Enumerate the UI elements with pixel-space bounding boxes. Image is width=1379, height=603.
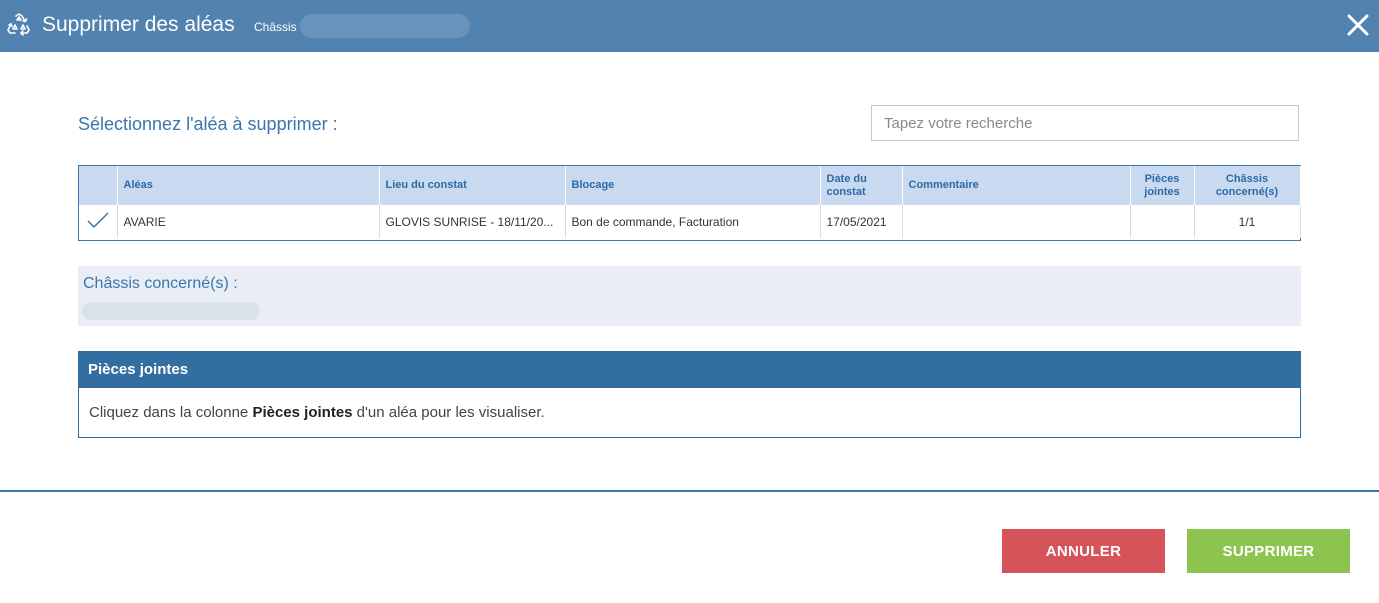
- row-select-cell[interactable]: [79, 205, 118, 238]
- delete-button[interactable]: SUPPRIMER: [1187, 529, 1350, 573]
- column-header-select: [79, 166, 118, 205]
- column-header-blocage[interactable]: Blocage: [565, 166, 821, 205]
- selection-prompt: Sélectionnez l'aléa à supprimer :: [78, 114, 338, 134]
- chassis-value-redacted: [82, 302, 260, 320]
- chassis-label: Châssis concerné(s) :: [83, 275, 238, 292]
- search-input[interactable]: [871, 105, 1299, 141]
- recycle-icon: [6, 12, 32, 38]
- cell-blocage: Bon de commande, Facturation: [565, 205, 821, 238]
- cell-alea: AVARIE: [117, 205, 380, 238]
- dialog-title: Supprimer des aléas: [42, 13, 235, 36]
- cell-chassis: 1/1: [1194, 205, 1301, 238]
- column-header-pieces-jointes[interactable]: Pièces jointes: [1130, 166, 1195, 205]
- dialog-subtitle: Châssis: [254, 20, 297, 34]
- attachments-panel: Pièces jointes Cliquez dans la colonne P…: [78, 351, 1301, 438]
- attachments-hint: Cliquez dans la colonne Pièces jointes d…: [79, 388, 1300, 437]
- table-row[interactable]: AVARIE GLOVIS SUNRISE - 18/11/20... Bon …: [79, 205, 1301, 238]
- cancel-button[interactable]: ANNULER: [1002, 529, 1165, 573]
- table-header-row: Aléas Lieu du constat Blocage Date du co…: [79, 166, 1301, 205]
- attachments-title: Pièces jointes: [79, 352, 1300, 388]
- attachments-hint-bold: Pièces jointes: [252, 404, 353, 421]
- column-header-lieu[interactable]: Lieu du constat: [379, 166, 566, 205]
- chassis-id-redacted: [300, 14, 470, 38]
- cell-pieces-jointes[interactable]: [1130, 205, 1195, 238]
- column-header-aleas[interactable]: Aléas: [117, 166, 380, 205]
- column-header-chassis[interactable]: Châssis concerné(s): [1194, 166, 1301, 205]
- cell-commentaire: [902, 205, 1131, 238]
- cell-lieu: GLOVIS SUNRISE - 18/11/20...: [379, 205, 566, 238]
- close-icon[interactable]: [1343, 10, 1373, 40]
- column-header-commentaire[interactable]: Commentaire: [902, 166, 1131, 205]
- footer-divider: [0, 490, 1379, 492]
- alea-table: Aléas Lieu du constat Blocage Date du co…: [78, 165, 1301, 241]
- attachments-hint-after: d'un aléa pour les visualiser.: [352, 404, 545, 421]
- dialog-title-bar: Supprimer des aléas Châssis: [0, 0, 1379, 52]
- chassis-panel: Châssis concerné(s) :: [78, 266, 1301, 326]
- checkmark-icon: [86, 212, 110, 232]
- column-header-date[interactable]: Date du constat: [820, 166, 903, 205]
- attachments-hint-before: Cliquez dans la colonne: [89, 404, 253, 421]
- cell-date: 17/05/2021: [820, 205, 903, 238]
